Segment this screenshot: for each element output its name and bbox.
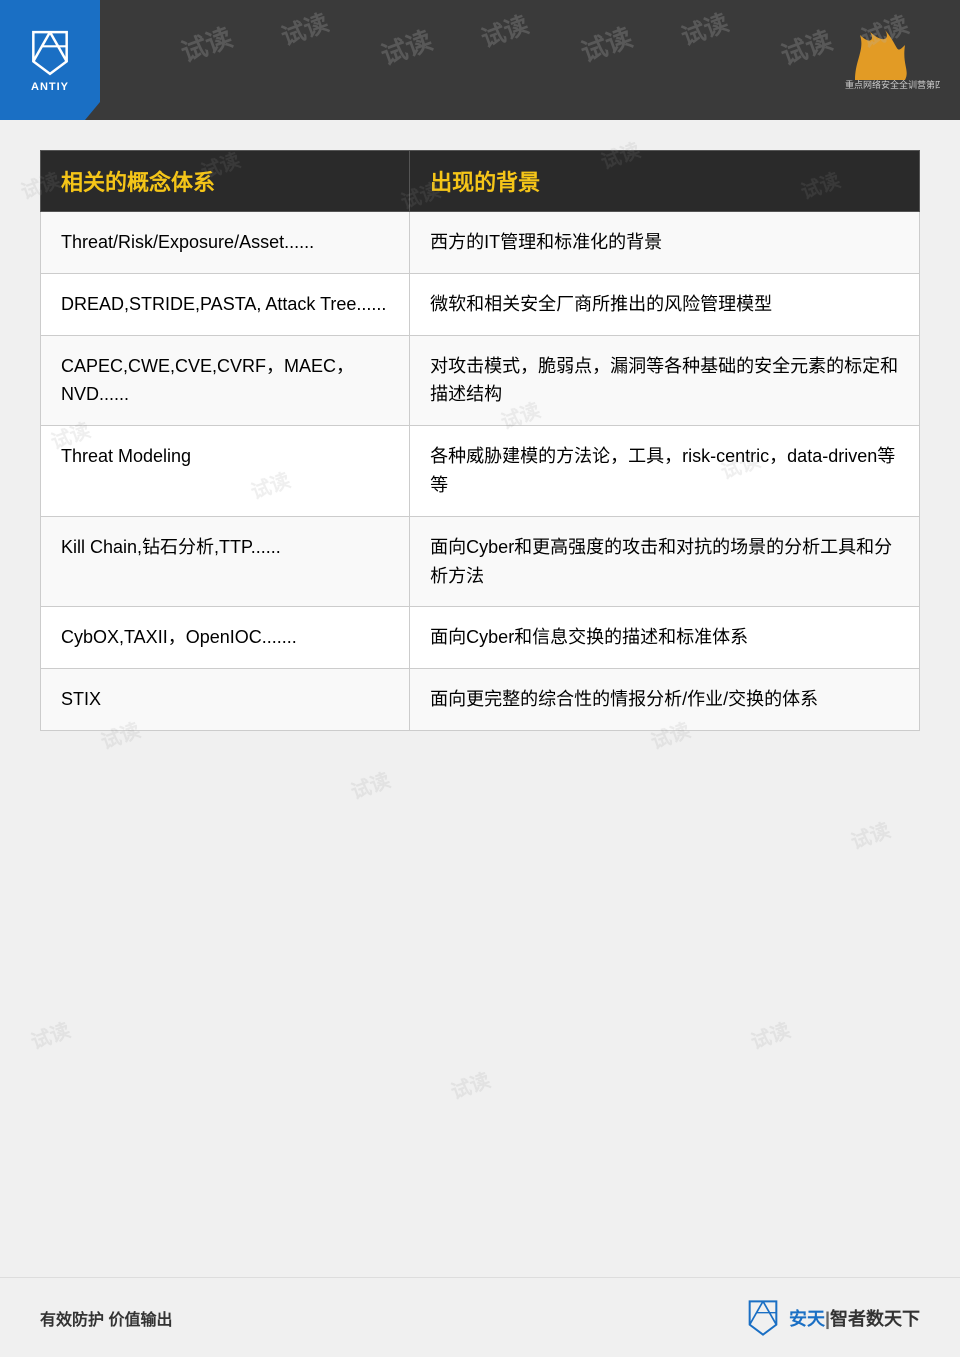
table-cell-left: Threat/Risk/Exposure/Asset...... (41, 212, 410, 274)
brand-info: 重点网络安全全训营第四期 (840, 30, 940, 90)
table-row: STIX面向更完整的综合性的情报分析/作业/交换的体系 (41, 669, 920, 731)
table-cell-right: 西方的IT管理和标准化的背景 (410, 212, 920, 274)
table-row: DREAD,STRIDE,PASTA, Attack Tree......微软和… (41, 273, 920, 335)
concept-table: 相关的概念体系 出现的背景 Threat/Risk/Exposure/Asset… (40, 150, 920, 731)
header-watermark-7: 试读 (775, 20, 837, 73)
table-cell-right: 面向更完整的综合性的情报分析/作业/交换的体系 (410, 669, 920, 731)
table-cell-right: 各种威胁建模的方法论，工具，risk-centric，data-driven等等 (410, 426, 920, 517)
table-cell-right: 面向Cyber和信息交换的描述和标准体系 (410, 607, 920, 669)
footer-right-area: 安天|智者数天下 (743, 1298, 920, 1338)
svg-text:重点网络安全全训营第四期: 重点网络安全全训营第四期 (845, 79, 940, 90)
header-watermark-2: 试读 (275, 3, 332, 52)
logo-box: ANTIY (0, 0, 100, 120)
table-cell-left: CybOX,TAXII，OpenIOC....... (41, 607, 410, 669)
table-cell-left: STIX (41, 669, 410, 731)
header-watermark-area: 试读 试读 试读 试读 试读 试读 试读 试读 (100, 0, 830, 120)
header-watermark-6: 试读 (675, 3, 732, 52)
header-right-logo: 重点网络安全全训营第四期 (830, 15, 950, 105)
footer-brand-text: 安天|智者数天下 (789, 1305, 920, 1331)
table-cell-right: 面向Cyber和更高强度的攻击和对抗的场景的分析工具和分析方法 (410, 516, 920, 607)
header-watermark-5: 试读 (575, 17, 637, 70)
page-wm-13: 试读 (846, 814, 894, 855)
col2-header: 出现的背景 (410, 151, 920, 212)
footer: 有效防护 价值输出 安天|智者数天下 (0, 1277, 960, 1357)
table-row: CAPEC,CWE,CVE,CVRF，MAEC，NVD......对攻击模式，脆… (41, 335, 920, 426)
header-watermark-3: 试读 (375, 20, 437, 73)
table-row: Kill Chain,钻石分析,TTP......面向Cyber和更高强度的攻击… (41, 516, 920, 607)
table-cell-right: 微软和相关安全厂商所推出的风险管理模型 (410, 273, 920, 335)
footer-left-text: 有效防护 价值输出 (40, 1306, 172, 1330)
main-content: 试读 试读 试读 试读 试读 试读 试读 试读 试读 试读 试读 试读 试读 试… (0, 120, 960, 761)
page-wm-16: 试读 (746, 1014, 794, 1055)
table-cell-left: Threat Modeling (41, 426, 410, 517)
table-cell-left: CAPEC,CWE,CVE,CVRF，MAEC，NVD...... (41, 335, 410, 426)
logo-text: ANTIY (31, 81, 69, 93)
table-row: CybOX,TAXII，OpenIOC.......面向Cyber和信息交换的描… (41, 607, 920, 669)
footer-logo-icon (743, 1298, 783, 1338)
col1-header: 相关的概念体系 (41, 151, 410, 212)
page-wm-14: 试读 (26, 1014, 74, 1055)
page-wm-11: 试读 (346, 764, 394, 805)
table-cell-left: Kill Chain,钻石分析,TTP...... (41, 516, 410, 607)
header-watermark-1: 试读 (175, 17, 237, 70)
table-row: Threat Modeling各种威胁建模的方法论，工具，risk-centri… (41, 426, 920, 517)
brand-logo-icon: 重点网络安全全训营第四期 (840, 30, 940, 90)
antiy-logo-icon (25, 28, 75, 78)
table-row: Threat/Risk/Exposure/Asset......西方的IT管理和… (41, 212, 920, 274)
page-wm-15: 试读 (446, 1064, 494, 1105)
table-cell-right: 对攻击模式，脆弱点，漏洞等各种基础的安全元素的标定和描述结构 (410, 335, 920, 426)
header-watermark-4: 试读 (475, 5, 532, 54)
header: ANTIY 试读 试读 试读 试读 试读 试读 试读 试读 重点网络安全全训营第… (0, 0, 960, 120)
table-cell-left: DREAD,STRIDE,PASTA, Attack Tree...... (41, 273, 410, 335)
